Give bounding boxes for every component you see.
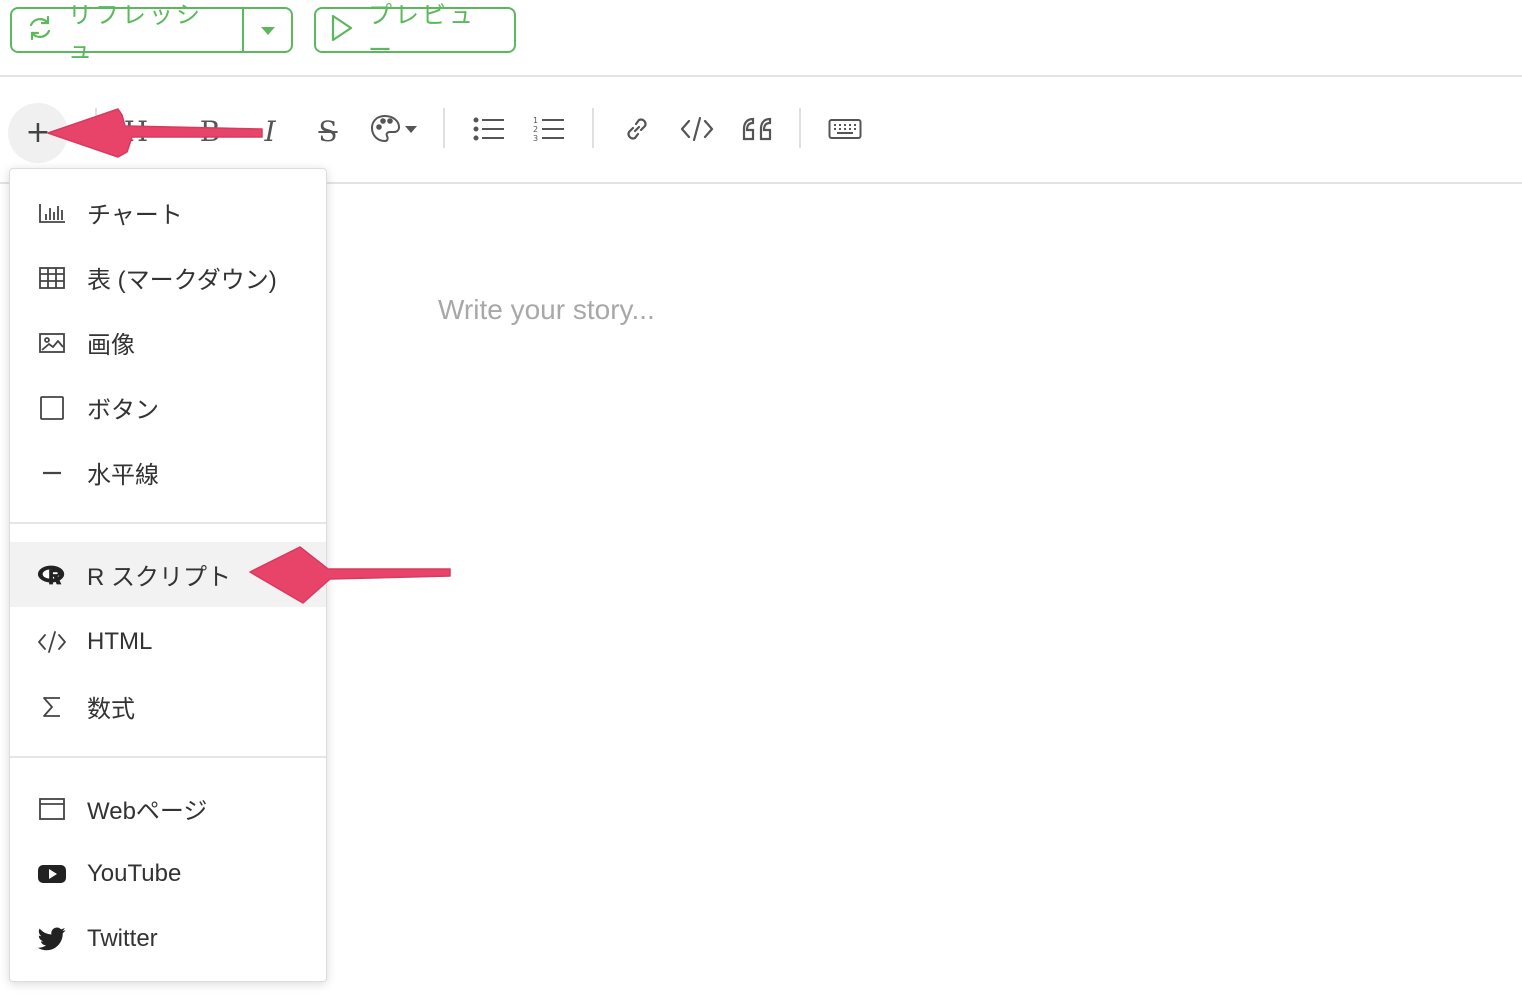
browser-window-icon (37, 797, 67, 821)
toolbar-divider (592, 108, 594, 148)
menu-item-twitter[interactable]: Twitter (10, 906, 326, 971)
refresh-button-group: リフレッシュ (10, 1, 293, 64)
heading-icon: H (123, 114, 149, 148)
sigma-icon (37, 695, 67, 719)
menu-item-label: 数式 (87, 696, 135, 723)
code-icon (37, 630, 67, 654)
toolbar-divider (95, 108, 97, 148)
horizontal-rule-icon (37, 470, 67, 476)
numbered-list-button[interactable]: 1 2 3 (530, 108, 568, 154)
play-icon (330, 14, 354, 46)
menu-item-table[interactable]: 表 (マークダウン) (10, 245, 326, 310)
bullet-list-button[interactable] (470, 108, 508, 154)
svg-text:2: 2 (533, 125, 538, 134)
link-button[interactable] (618, 108, 656, 154)
italic-button[interactable]: I (252, 108, 288, 154)
italic-icon: I (264, 114, 276, 148)
menu-item-image[interactable]: 画像 (10, 310, 326, 375)
menu-item-label: Twitter (87, 924, 158, 952)
menu-divider (10, 522, 326, 524)
preview-button[interactable]: プレビュー (314, 1, 516, 64)
r-logo-icon (37, 563, 67, 587)
menu-item-label: HTML (87, 627, 153, 655)
bold-button[interactable]: B (192, 108, 228, 154)
table-icon (37, 266, 67, 290)
menu-item-youtube[interactable]: YouTube (10, 841, 326, 906)
color-button[interactable] (368, 108, 420, 154)
numbered-list-icon: 1 2 3 (533, 115, 565, 147)
menu-item-button[interactable]: ボタン (10, 375, 326, 440)
youtube-icon (37, 863, 67, 885)
menu-item-chart[interactable]: チャート (10, 180, 326, 245)
strikethrough-icon: S (318, 114, 338, 148)
menu-item-label: チャート (87, 202, 183, 229)
twitter-icon (37, 926, 67, 951)
bullet-list-icon (473, 116, 505, 146)
refresh-dropdown-button[interactable] (244, 9, 291, 51)
menu-item-label: 水平線 (87, 462, 159, 489)
palette-icon (369, 113, 419, 149)
refresh-button[interactable]: リフレッシュ (12, 1, 244, 64)
menu-item-label: Webページ (87, 798, 208, 825)
button-square-icon (37, 395, 67, 421)
link-icon (621, 113, 653, 149)
preview-label: プレビュー (368, 1, 476, 64)
caret-down-icon (260, 21, 276, 40)
menu-item-horizontal-rule[interactable]: 水平線 (10, 440, 326, 505)
svg-text:3: 3 (533, 134, 538, 143)
insert-menu: チャート 表 (マークダウン) 画像 ボタン 水平線 R スクリプト HTML … (9, 168, 327, 982)
quote-icon (741, 115, 773, 147)
keyboard-shortcuts-button[interactable] (826, 108, 864, 154)
code-button[interactable] (678, 108, 716, 154)
svg-text:1: 1 (533, 116, 538, 125)
toolbar-divider (799, 108, 801, 148)
code-icon (680, 116, 714, 146)
insert-plus-button[interactable]: + (8, 103, 68, 163)
menu-item-r-script[interactable]: R スクリプト (10, 542, 326, 607)
menu-divider (10, 756, 326, 758)
menu-item-label: YouTube (87, 859, 182, 887)
bold-icon: B (199, 114, 221, 148)
toolbar-divider (443, 108, 445, 148)
plus-icon: + (25, 115, 51, 150)
bar-chart-icon (37, 202, 67, 224)
keyboard-icon (828, 117, 862, 145)
menu-item-html[interactable]: HTML (10, 609, 326, 674)
refresh-icon (26, 14, 54, 46)
menu-item-webpage[interactable]: Webページ (10, 776, 326, 841)
menu-item-label: 画像 (87, 332, 135, 359)
quote-button[interactable] (738, 108, 776, 154)
strikethrough-button[interactable]: S (310, 108, 346, 154)
story-editor-placeholder[interactable]: Write your story... (438, 294, 655, 326)
top-bar: リフレッシュ プレビュー (0, 0, 1522, 77)
refresh-label: リフレッシュ (68, 1, 203, 64)
heading-button[interactable]: H (118, 108, 154, 154)
menu-item-formula[interactable]: 数式 (10, 674, 326, 739)
menu-item-label: R スクリプト (87, 564, 231, 591)
menu-item-label: 表 (マークダウン) (87, 267, 277, 294)
menu-item-label: ボタン (87, 397, 159, 424)
image-icon (37, 332, 67, 354)
